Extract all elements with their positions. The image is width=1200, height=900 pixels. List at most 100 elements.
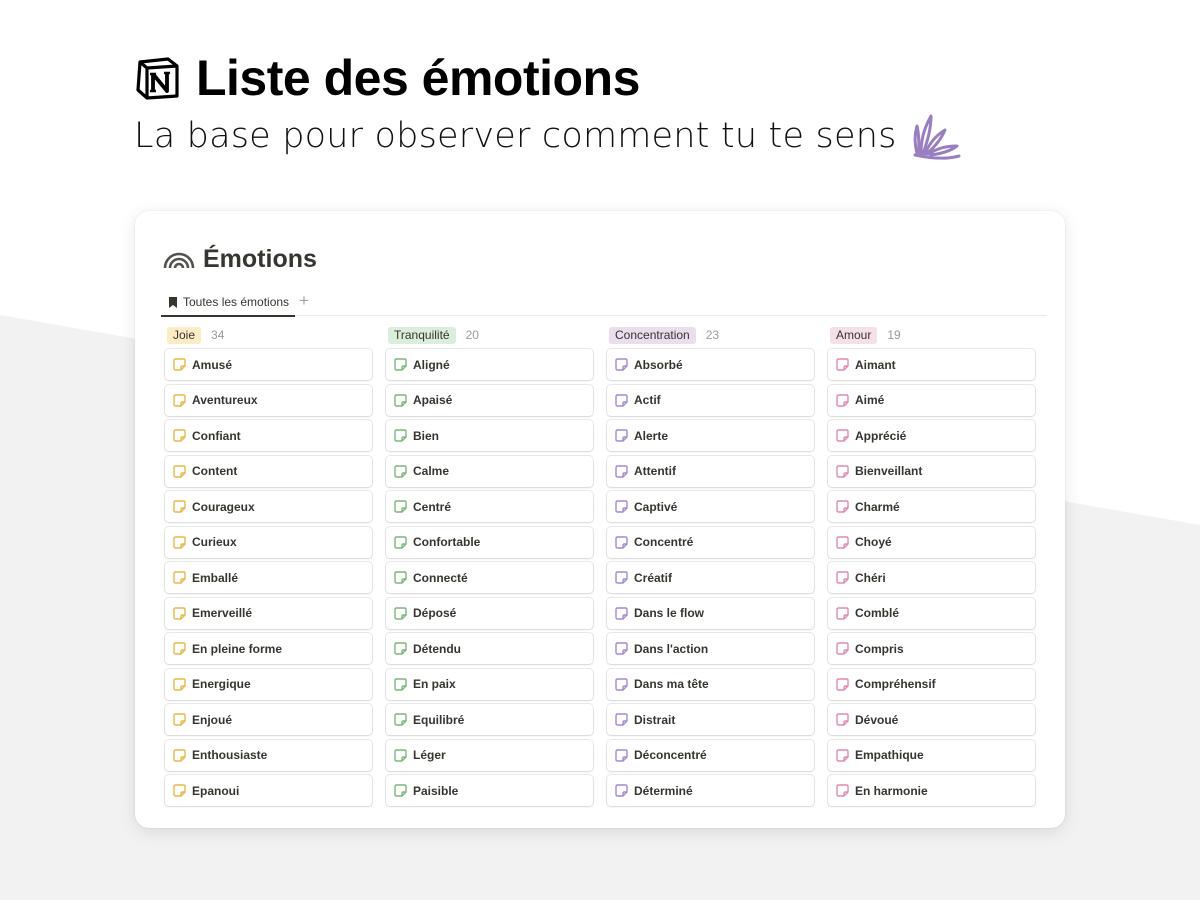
page-icon bbox=[615, 464, 628, 478]
card-title: Compris bbox=[855, 641, 904, 656]
card-item[interactable]: Détendu bbox=[386, 633, 593, 664]
card-item[interactable]: Confiant bbox=[165, 420, 372, 451]
card-item[interactable]: Choyé bbox=[828, 526, 1035, 558]
card-item[interactable]: Actif bbox=[607, 384, 814, 416]
card-item[interactable]: Curieux bbox=[165, 526, 372, 558]
card-title: Aventureux bbox=[192, 393, 258, 407]
card-title: Courageux bbox=[192, 499, 255, 514]
page-icon bbox=[394, 606, 407, 620]
card-item[interactable]: Empathique bbox=[828, 739, 1035, 771]
card-item[interactable]: Amusé bbox=[165, 349, 372, 380]
group-count: 19 bbox=[887, 328, 901, 342]
card-item[interactable]: Attentif bbox=[607, 455, 814, 487]
group-badge-amour[interactable]: Amour bbox=[830, 326, 878, 344]
card-item[interactable]: En pleine forme bbox=[165, 633, 372, 664]
add-view-button[interactable]: + bbox=[299, 291, 309, 311]
card-title: Dans ma tête bbox=[634, 677, 709, 691]
card-item[interactable]: Charmé bbox=[828, 491, 1035, 522]
page-icon bbox=[394, 571, 407, 584]
database-title: Émotions bbox=[203, 245, 317, 273]
card-item[interactable]: Content bbox=[165, 455, 372, 487]
group-badge-concentration[interactable]: Concentration bbox=[609, 326, 696, 344]
page-icon bbox=[173, 606, 186, 620]
card-item[interactable]: Compris bbox=[828, 633, 1035, 664]
card-item[interactable]: Bien bbox=[386, 420, 593, 451]
card-title: Déconcentré bbox=[634, 748, 707, 762]
card-title: Charmé bbox=[855, 499, 900, 514]
card-title: Confortable bbox=[413, 535, 481, 549]
card-item[interactable]: Emerveillé bbox=[165, 597, 372, 629]
tab-label: Toutes les émotions bbox=[183, 295, 290, 309]
page-icon bbox=[615, 571, 628, 584]
group-badge-tranquilite[interactable]: Tranquilité bbox=[388, 326, 456, 344]
card-item[interactable]: Connecté bbox=[386, 562, 593, 593]
page-icon bbox=[615, 606, 628, 620]
card-item[interactable]: Bienveillant bbox=[828, 455, 1035, 487]
card-title: Actif bbox=[634, 393, 661, 407]
card-item[interactable]: Alerte bbox=[607, 420, 814, 451]
card-item[interactable]: En paix bbox=[386, 668, 593, 700]
card-item[interactable]: Captivé bbox=[607, 491, 814, 522]
card-item[interactable]: Léger bbox=[386, 739, 593, 771]
card-item[interactable]: Dans l'action bbox=[607, 633, 814, 664]
card-title: Aimant bbox=[855, 357, 896, 372]
card-item[interactable]: Déposé bbox=[386, 597, 593, 629]
sparkle-doodle-icon bbox=[913, 114, 961, 160]
card-title: Epanoui bbox=[192, 783, 240, 798]
card-item[interactable]: Dans ma tête bbox=[607, 668, 814, 700]
page-icon bbox=[615, 784, 628, 797]
page-icon bbox=[836, 642, 849, 655]
card-item[interactable]: Aimé bbox=[828, 384, 1035, 416]
card-title: Amusé bbox=[192, 357, 233, 372]
card-item[interactable]: Distrait bbox=[607, 704, 814, 735]
card-item[interactable]: Equilibré bbox=[386, 704, 593, 735]
page-icon bbox=[173, 642, 186, 655]
card-title: Compréhensif bbox=[855, 677, 936, 691]
page-icon bbox=[836, 393, 849, 407]
card-title: Captivé bbox=[634, 499, 678, 514]
group-badge-joie[interactable]: Joie bbox=[167, 326, 202, 344]
card-item[interactable]: Apprécié bbox=[828, 420, 1035, 451]
card-item[interactable]: Déconcentré bbox=[607, 739, 814, 771]
card-item[interactable]: Emballé bbox=[165, 562, 372, 593]
page-icon bbox=[394, 464, 407, 478]
card-title: Concentré bbox=[634, 535, 694, 549]
card-title: Centré bbox=[413, 499, 452, 514]
card-item[interactable]: Centré bbox=[386, 491, 593, 522]
tab-toutes-les-emotions[interactable]: Toutes les émotions bbox=[161, 289, 296, 317]
card-item[interactable]: Concentré bbox=[607, 526, 814, 558]
page-icon bbox=[173, 748, 186, 762]
card-item[interactable]: En harmonie bbox=[828, 775, 1035, 806]
page-icon bbox=[836, 677, 849, 691]
card-item[interactable]: Dévoué bbox=[828, 704, 1035, 735]
card-item[interactable]: Aventureux bbox=[165, 384, 372, 416]
card-item[interactable]: Courageux bbox=[165, 491, 372, 522]
card-item[interactable]: Apaisé bbox=[386, 384, 593, 416]
card-item[interactable]: Absorbé bbox=[607, 349, 814, 380]
card-item[interactable]: Compréhensif bbox=[828, 668, 1035, 700]
card-item[interactable]: Energique bbox=[165, 668, 372, 700]
card-item[interactable]: Aimant bbox=[828, 349, 1035, 380]
card-item[interactable]: Déterminé bbox=[607, 775, 814, 806]
card-title: Emballé bbox=[192, 570, 239, 585]
card-item[interactable]: Confortable bbox=[386, 526, 593, 558]
page-icon bbox=[615, 429, 628, 442]
card-item[interactable]: Comblé bbox=[828, 597, 1035, 629]
card-item[interactable]: Epanoui bbox=[165, 775, 372, 806]
column-header: Tranquilité 20 bbox=[388, 325, 593, 345]
card-title: Equilibré bbox=[413, 712, 465, 727]
card-item[interactable]: Enjoué bbox=[165, 704, 372, 735]
page-icon bbox=[836, 571, 849, 584]
card-item[interactable]: Enthousiaste bbox=[165, 739, 372, 771]
database-card: Émotions Toutes les émotions + Joie 34 A… bbox=[135, 211, 1065, 828]
card-item[interactable]: Chéri bbox=[828, 562, 1035, 593]
card-item[interactable]: Dans le flow bbox=[607, 597, 814, 629]
card-title: Empathique bbox=[855, 748, 924, 762]
card-item[interactable]: Aligné bbox=[386, 349, 593, 380]
card-item[interactable]: Paisible bbox=[386, 775, 593, 806]
card-item[interactable]: Créatif bbox=[607, 562, 814, 593]
card-title: Aimé bbox=[855, 393, 885, 407]
card-item[interactable]: Calme bbox=[386, 455, 593, 487]
page-icon bbox=[836, 429, 849, 442]
card-title: Déposé bbox=[413, 606, 457, 620]
